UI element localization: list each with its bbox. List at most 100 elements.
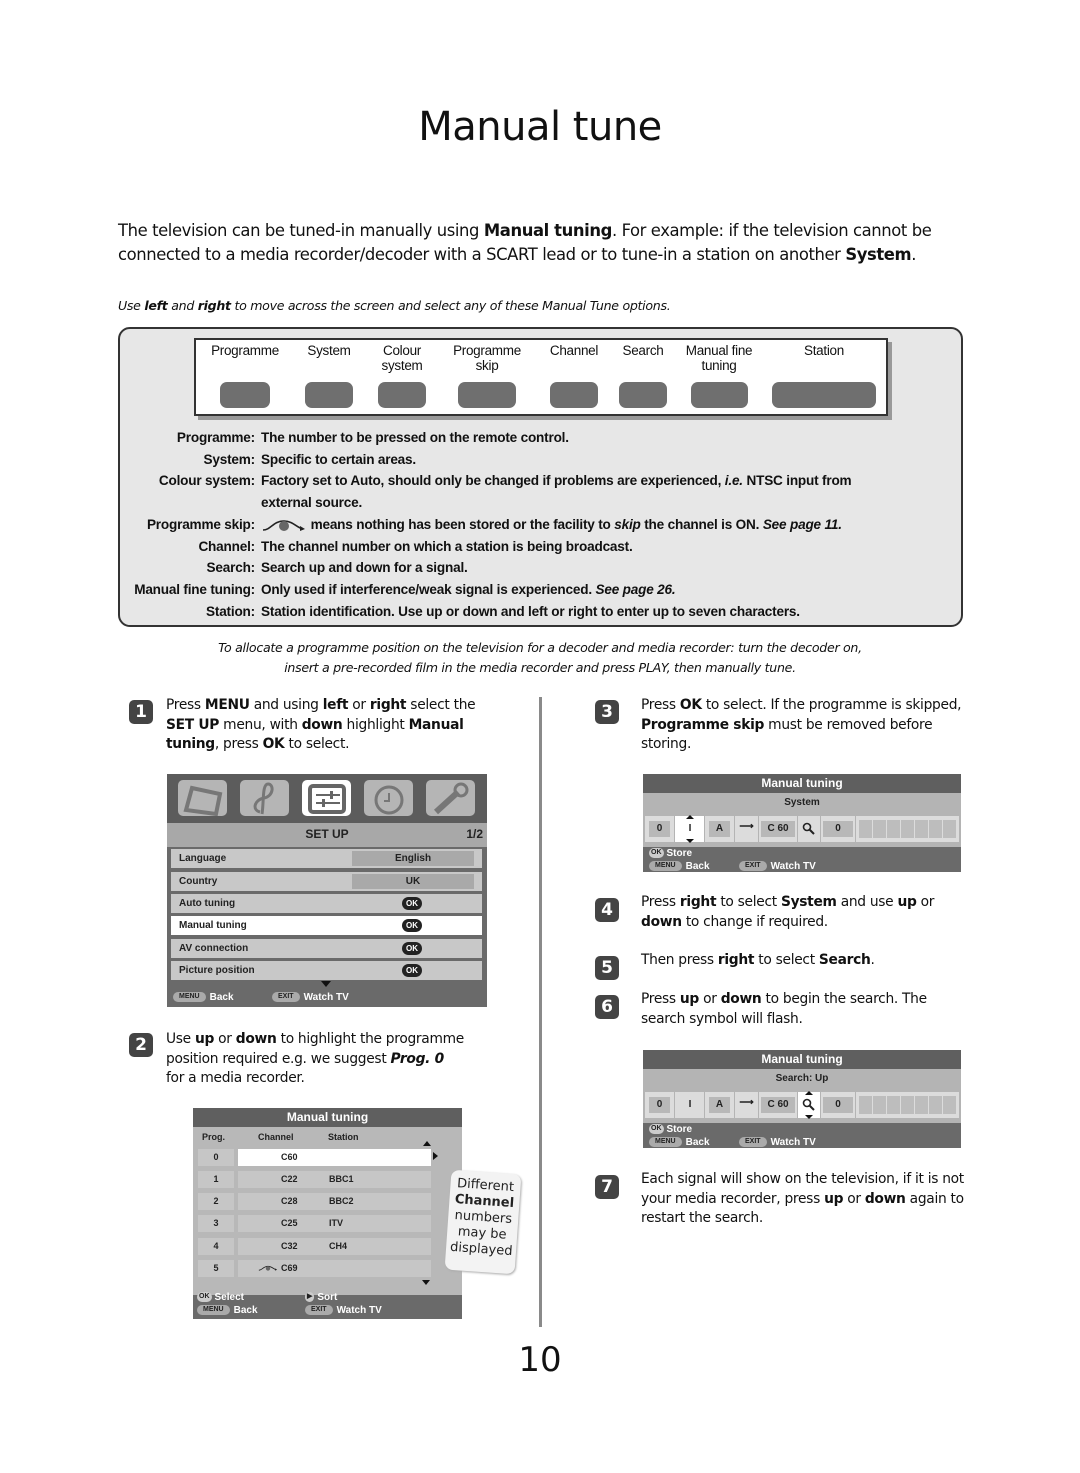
step-1-number: 1 — [129, 700, 153, 724]
definition-manual-fine-tuning: Manual fine tuning: Only used if interfer… — [134, 581, 676, 597]
colour-system-field-value: A — [709, 821, 730, 837]
scroll-up-icon[interactable] — [423, 1141, 431, 1146]
station-char-slot[interactable] — [915, 1096, 928, 1114]
skip-icon — [258, 1265, 278, 1271]
manual-tuning-search-screen: Manual tuning Search: Up 0 I A ⟶ C 60 0 OK Store M… — [643, 1050, 961, 1148]
scroll-down-icon[interactable] — [422, 1280, 430, 1285]
channel-field[interactable]: C 60 — [759, 1092, 797, 1118]
timer-icon[interactable] — [364, 780, 413, 816]
setup-row-country[interactable]: Country UK — [171, 872, 482, 891]
setup-row-picture-position[interactable]: Picture position OK — [171, 961, 482, 980]
station-name-field[interactable] — [856, 816, 959, 842]
exit-key: EXIT — [739, 1137, 767, 1148]
tuner-footer-store: OK Store — [649, 848, 692, 859]
header-channel: Channel — [258, 1132, 294, 1142]
step-4-number: 4 — [595, 898, 619, 922]
play-icon: ▶ — [305, 1292, 315, 1303]
setup-icon[interactable] — [302, 780, 351, 816]
option-channel-button — [550, 382, 598, 408]
station-char-slot[interactable] — [873, 820, 886, 838]
decoder-note: To allocate a programme position on the … — [218, 640, 862, 675]
picture-icon[interactable] — [178, 780, 227, 817]
system-field-value: I — [688, 823, 692, 834]
search-field[interactable] — [798, 816, 820, 842]
channel-station-cell: C69 — [238, 1260, 431, 1277]
prog-footer-sort: ▶ Sort — [305, 1292, 338, 1303]
ok-icon: OK — [402, 919, 422, 932]
setup-row-auto-tuning[interactable]: Auto tuning OK — [171, 894, 482, 913]
station-char-slot[interactable] — [873, 1096, 886, 1114]
channel-station-cell: C22 BBC1 — [238, 1171, 431, 1188]
station-char-slot[interactable] — [929, 1096, 942, 1114]
prog-number: 4 — [198, 1238, 234, 1255]
ok-icon: OK — [402, 964, 422, 977]
colour-system-field[interactable]: A — [705, 1092, 734, 1118]
system-field[interactable]: I — [675, 815, 704, 843]
station-char-slot[interactable] — [901, 820, 914, 838]
menu-key: MENU — [649, 1137, 682, 1148]
station-char-slot[interactable] — [915, 820, 928, 838]
station-char-slot[interactable] — [859, 820, 872, 838]
step-2-number: 2 — [129, 1033, 153, 1057]
channel-value: C60 — [281, 1152, 298, 1162]
channel-field-value: C 60 — [761, 821, 795, 837]
arrow-up-icon[interactable] — [805, 1091, 813, 1095]
colour-system-field[interactable]: A — [705, 816, 734, 842]
station-char-slot[interactable] — [887, 820, 900, 838]
option-colour-system-button — [378, 382, 426, 408]
search-field[interactable] — [798, 1091, 820, 1119]
header-station: Station — [328, 1132, 359, 1142]
definition-search: Search: Search up and down for a signal. — [206, 560, 468, 576]
page-number: 10 — [518, 1340, 562, 1380]
prog-field[interactable]: 0 — [645, 1092, 674, 1118]
station-name-field[interactable] — [856, 1092, 959, 1118]
manual-tuning-system-screen: Manual tuning System 0 I A ⟶ C 60 0 OK Store MENU B… — [643, 774, 961, 872]
skip-field[interactable]: ⟶ — [735, 1092, 758, 1118]
option-programme-button — [220, 382, 270, 408]
exit-key: EXIT — [739, 861, 767, 872]
prog-number: 0 — [198, 1149, 234, 1166]
fine-tuning-field[interactable]: 0 — [821, 816, 855, 842]
channel-station-cell: C25 ITV — [238, 1215, 431, 1232]
arrow-down-icon[interactable] — [685, 839, 694, 843]
channel-station-cell: C32 CH4 — [238, 1238, 431, 1255]
tuner-title: Manual tuning — [643, 774, 961, 793]
watch-tv-label: Watch TV — [770, 861, 816, 872]
prog-field[interactable]: 0 — [645, 816, 674, 842]
see-page-26-link[interactable]: See page 26. — [595, 582, 675, 597]
settings-wrench-icon[interactable] — [426, 780, 475, 816]
arrow-up-icon[interactable] — [685, 815, 694, 819]
definition-channel: Channel: The channel number on which a st… — [198, 538, 633, 554]
station-value: ITV — [329, 1218, 344, 1228]
fine-tuning-field[interactable]: 0 — [821, 1092, 855, 1118]
station-char-slot[interactable] — [943, 820, 956, 838]
tuner-title: Manual tuning — [643, 1050, 961, 1069]
system-field[interactable]: I — [675, 1092, 704, 1118]
sound-icon[interactable] — [240, 780, 289, 816]
column-divider — [539, 697, 542, 1327]
setup-row-av-connection[interactable]: AV connection OK — [171, 939, 482, 958]
station-char-slot[interactable] — [943, 1096, 956, 1114]
programme-list-screen: Manual tuning Prog. Channel Station 0 C60… — [193, 1108, 462, 1319]
option-manual-fine-tuning-button — [691, 382, 748, 408]
station-char-slot[interactable] — [901, 1096, 914, 1114]
station-char-slot[interactable] — [929, 820, 942, 838]
setup-row-language[interactable]: Language English — [171, 849, 482, 868]
option-system-button — [305, 382, 353, 408]
option-channel: Channel — [536, 343, 612, 408]
channel-value: C28 — [281, 1196, 298, 1206]
arrow-down-icon[interactable] — [805, 1115, 813, 1119]
arrow-right-icon[interactable] — [433, 1152, 438, 1160]
search-icon — [802, 1098, 815, 1111]
station-char-slot[interactable] — [859, 1096, 872, 1114]
channel-field[interactable]: C 60 — [759, 816, 797, 842]
see-page-11-link[interactable]: See page 11. — [763, 517, 842, 532]
channel-value: C32 — [281, 1241, 298, 1251]
option-station: Station — [770, 343, 878, 408]
skip-field[interactable]: ⟶ — [735, 816, 758, 842]
station-value: BBC1 — [329, 1174, 354, 1184]
page-title: Manual tune — [418, 104, 662, 150]
setup-row-manual-tuning[interactable]: Manual tuning OK — [171, 916, 482, 935]
station-char-slot[interactable] — [887, 1096, 900, 1114]
scroll-down-icon[interactable] — [321, 981, 331, 987]
